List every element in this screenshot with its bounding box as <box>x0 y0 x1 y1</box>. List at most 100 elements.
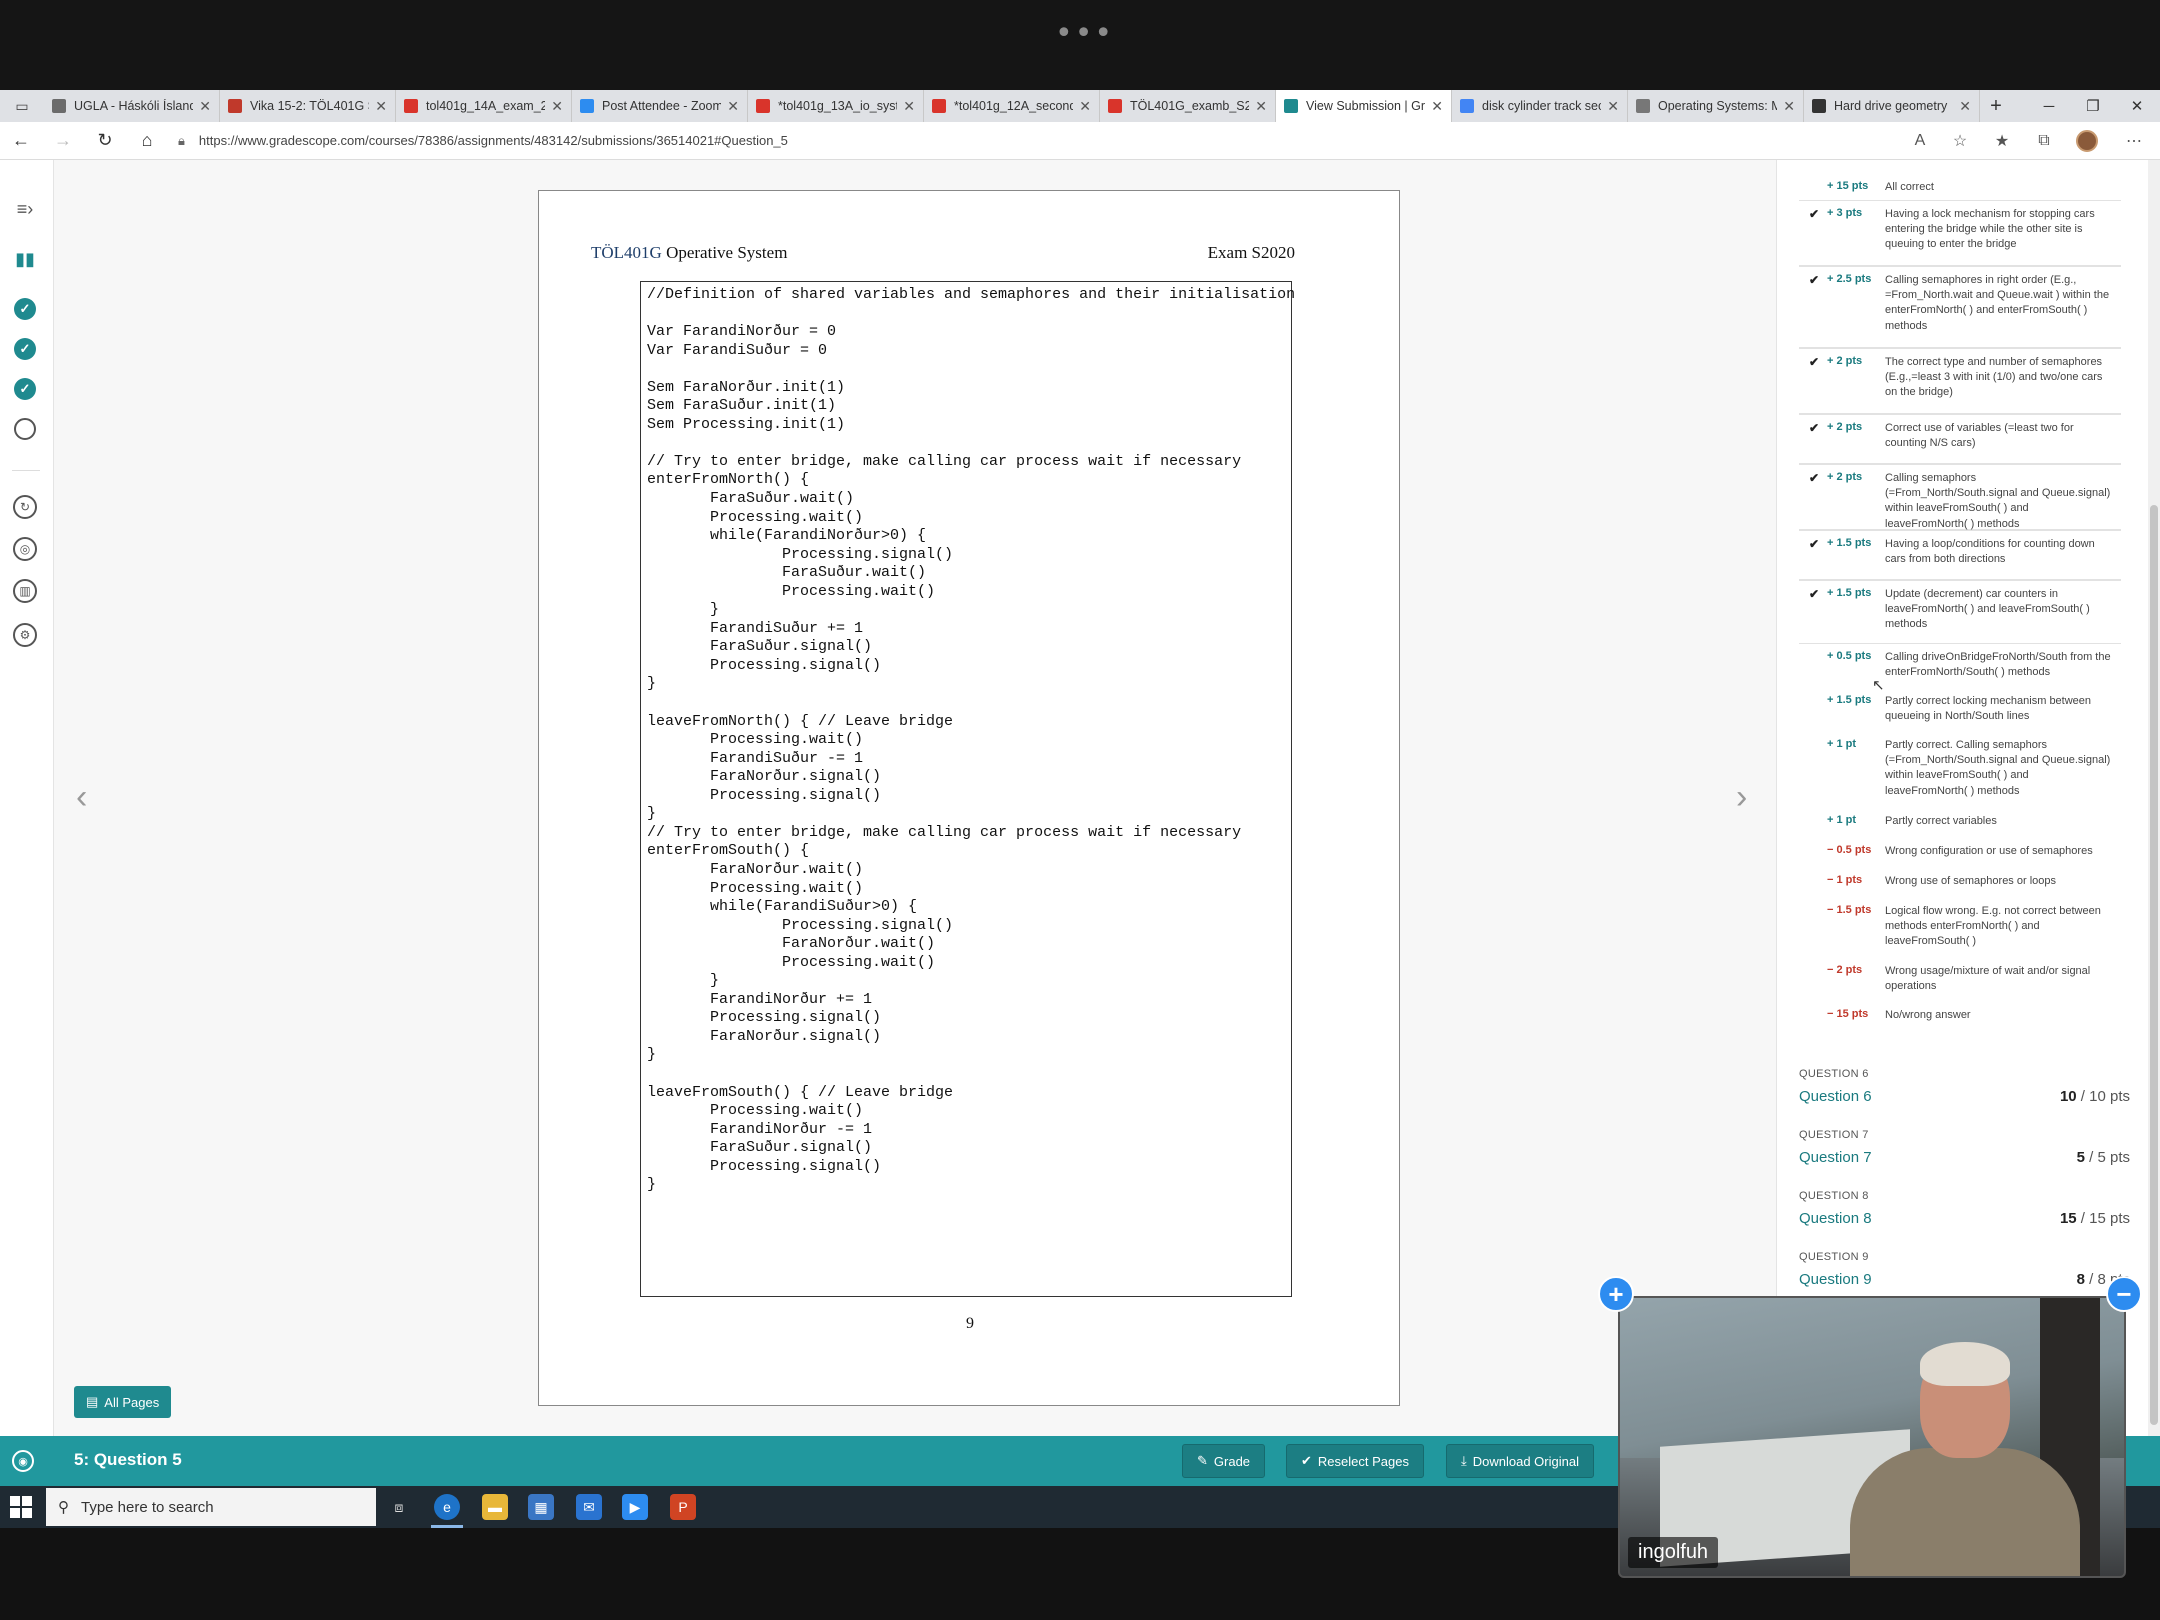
rubric-item[interactable]: ✔ + 2 pts The correct type and number of s… <box>1799 348 2121 414</box>
grade-button[interactable]: ✎ Grade <box>1182 1444 1266 1478</box>
settings-icon[interactable]: ⚙ <box>12 622 38 648</box>
rubric-item[interactable]: ✔ + 2.5 pts Calling semaphores in right or… <box>1799 266 2121 348</box>
refresh-button[interactable]: ↻ <box>84 122 126 160</box>
close-window-button[interactable]: ✕ <box>2114 90 2160 122</box>
browser-tab-4[interactable]: *tol401g_13A_io_systems ✕ <box>748 90 924 122</box>
question-label: QUESTION 8 <box>1799 1190 1869 1202</box>
all-pages-button[interactable]: ▤ All Pages <box>74 1386 172 1418</box>
rubric-item[interactable]: ✔ + 1.5 pts Having a loop/conditions for c… <box>1799 530 2121 580</box>
tab-close-icon[interactable]: ✕ <box>1607 98 1619 115</box>
rubric-item[interactable]: + 1.5 pts Partly correct locking mechanis… <box>1799 688 2121 732</box>
browser-menu-icon[interactable]: ⋯ <box>2114 122 2154 160</box>
user-icon[interactable]: ◉ <box>12 1450 34 1472</box>
tab-close-icon[interactable]: ✕ <box>551 98 563 115</box>
question-link[interactable]: Question 8 <box>1799 1210 1872 1227</box>
mail-icon[interactable]: ✉ <box>576 1494 602 1520</box>
statistics-icon[interactable]: ▮▮ <box>12 246 38 272</box>
edge-browser-icon[interactable]: e <box>434 1494 460 1520</box>
code-line: FaraSuður.signal() <box>647 1139 873 1157</box>
applied-check-icon: ✔ <box>1809 273 1820 287</box>
download-original-button[interactable]: ⤓ Download Original <box>1446 1444 1594 1478</box>
rubric-item[interactable]: + 1 pt Partly correct variables <box>1799 808 2121 838</box>
add-favorite-icon[interactable]: ☆ <box>1940 122 1980 160</box>
favorites-icon[interactable]: ★ <box>1982 122 2022 160</box>
rubric-points: + 2.5 pts <box>1827 273 1872 285</box>
rubric-item[interactable]: + 1 pt Partly correct. Calling semaphors … <box>1799 732 2121 808</box>
browser-tab-5[interactable]: *tol401g_12A_secondary ✕ <box>924 90 1100 122</box>
back-button[interactable]: ← <box>0 122 42 160</box>
participant-video[interactable]: ingolfuh <box>1618 1296 2126 1578</box>
browser-tab-2[interactable]: tol401g_14A_exam_2020 ✕ <box>396 90 572 122</box>
rubric-item[interactable]: − 2 pts Wrong usage/mixture of wait and/o… <box>1799 958 2121 1002</box>
store-icon[interactable]: ▦ <box>528 1494 554 1520</box>
tab-close-icon[interactable]: ✕ <box>1255 98 1267 115</box>
collections-icon[interactable]: ⧉ <box>2024 122 2064 160</box>
tab-close-icon[interactable]: ✕ <box>1783 98 1795 115</box>
tab-close-icon[interactable]: ✕ <box>1079 98 1091 115</box>
code-line: FaraNorður.wait() <box>647 935 936 953</box>
scrollbar-thumb[interactable] <box>2150 505 2158 1425</box>
windows-start-icon[interactable] <box>10 1496 32 1518</box>
code-line: } <box>647 972 720 990</box>
applied-check-icon: ✔ <box>1809 207 1820 221</box>
task-view-icon[interactable]: ⧈ <box>386 1494 412 1520</box>
tab-close-icon[interactable]: ✕ <box>199 98 211 115</box>
question-link[interactable]: Question 9 <box>1799 1271 1872 1288</box>
question-link[interactable]: Question 6 <box>1799 1088 1872 1105</box>
question-link[interactable]: Question 7 <box>1799 1149 1872 1166</box>
profile-avatar[interactable] <box>2076 130 2098 152</box>
rubric-item[interactable]: ✔ + 2 pts Correct use of variables (=least… <box>1799 414 2121 464</box>
target-icon[interactable]: ◎ <box>12 536 38 562</box>
zoom-app-icon[interactable]: ▶ <box>622 1494 648 1520</box>
browser-tab-0[interactable]: UGLA - Háskóli Íslands ✕ <box>44 90 220 122</box>
tab-close-icon[interactable]: ✕ <box>903 98 915 115</box>
reselect-pages-button[interactable]: ✔ Reselect Pages <box>1286 1444 1424 1478</box>
question-3-status-icon[interactable]: ✓ <box>12 376 38 402</box>
file-explorer-icon[interactable]: ▬ <box>482 1494 508 1520</box>
rubric-scrollbar[interactable] <box>2148 160 2160 1436</box>
collapse-video-button[interactable]: − <box>2106 1276 2142 1312</box>
expand-video-button[interactable]: + <box>1598 1276 1634 1312</box>
menu-toggle-icon[interactable]: ≡› <box>12 196 38 222</box>
tab-close-icon[interactable]: ✕ <box>1959 98 1971 115</box>
next-page-icon[interactable]: › <box>1736 778 1747 817</box>
regrade-icon[interactable]: ↻ <box>12 494 38 520</box>
new-tab-button[interactable]: + <box>1980 95 2012 118</box>
browser-tab-3[interactable]: Post Attendee - Zoom ✕ <box>572 90 748 122</box>
forward-button[interactable]: → <box>42 122 84 160</box>
taskbar-search[interactable]: ⚲ Type here to search <box>46 1488 376 1526</box>
previous-page-icon[interactable]: ‹ <box>76 778 87 817</box>
rubric-item[interactable]: ✔ + 1.5 pts Update (decrement) car counter… <box>1799 580 2121 644</box>
tab-close-icon[interactable]: ✕ <box>727 98 739 115</box>
browser-tab-9[interactable]: Operating Systems: Mass ✕ <box>1628 90 1804 122</box>
tab-actions-icon[interactable]: ▭ <box>0 90 44 122</box>
browser-tab-7[interactable]: View Submission | Gradescope ✕ <box>1276 90 1452 122</box>
tab-favicon-icon <box>1108 99 1122 113</box>
read-aloud-icon[interactable]: A <box>1900 122 1940 160</box>
rubric-item[interactable]: − 1 pts Wrong use of semaphores or loops <box>1799 868 2121 898</box>
tab-close-icon[interactable]: ✕ <box>375 98 387 115</box>
analytics-icon[interactable]: ▥ <box>12 578 38 604</box>
rubric-item[interactable]: ✔ + 3 pts Having a lock mechanism for stop… <box>1799 200 2121 266</box>
rubric-item[interactable]: + 15 pts All correct <box>1799 174 2121 200</box>
url-field[interactable]: https://www.gradescope.com/courses/78386… <box>199 133 788 148</box>
browser-tab-1[interactable]: Vika 15-2: TÖL401G Stýrikerfi ✕ <box>220 90 396 122</box>
powerpoint-icon[interactable]: P <box>670 1494 696 1520</box>
rubric-item[interactable]: − 1.5 pts Logical flow wrong. E.g. not co… <box>1799 898 2121 958</box>
browser-tab-10[interactable]: Hard drive geometry ✕ <box>1804 90 1980 122</box>
tab-close-icon[interactable]: ✕ <box>1431 98 1443 115</box>
question-4-status-icon[interactable] <box>12 416 38 442</box>
home-button[interactable]: ⌂ <box>126 122 168 160</box>
question-2-status-icon[interactable]: ✓ <box>12 336 38 362</box>
restore-button[interactable]: ❐ <box>2070 90 2116 122</box>
browser-tab-8[interactable]: disk cylinder track sector ✕ <box>1452 90 1628 122</box>
rubric-item[interactable]: ✔ + 2 pts Calling semaphors (=From_North/S… <box>1799 464 2121 530</box>
minimize-button[interactable]: ─ <box>2026 90 2072 122</box>
question-1-status-icon[interactable]: ✓ <box>12 296 38 322</box>
score-total: / 15 pts <box>2076 1210 2130 1227</box>
browser-tab-6[interactable]: TÖL401G_examb_S2020 ✕ <box>1100 90 1276 122</box>
rubric-item[interactable]: − 15 pts No/wrong answer <box>1799 1002 2121 1032</box>
more-options-icon[interactable]: ••• <box>1055 16 1114 51</box>
rubric-item[interactable]: − 0.5 pts Wrong configuration or use of s… <box>1799 838 2121 868</box>
rubric-item[interactable]: + 0.5 pts Calling driveOnBridgeFroNorth/S… <box>1799 644 2121 688</box>
